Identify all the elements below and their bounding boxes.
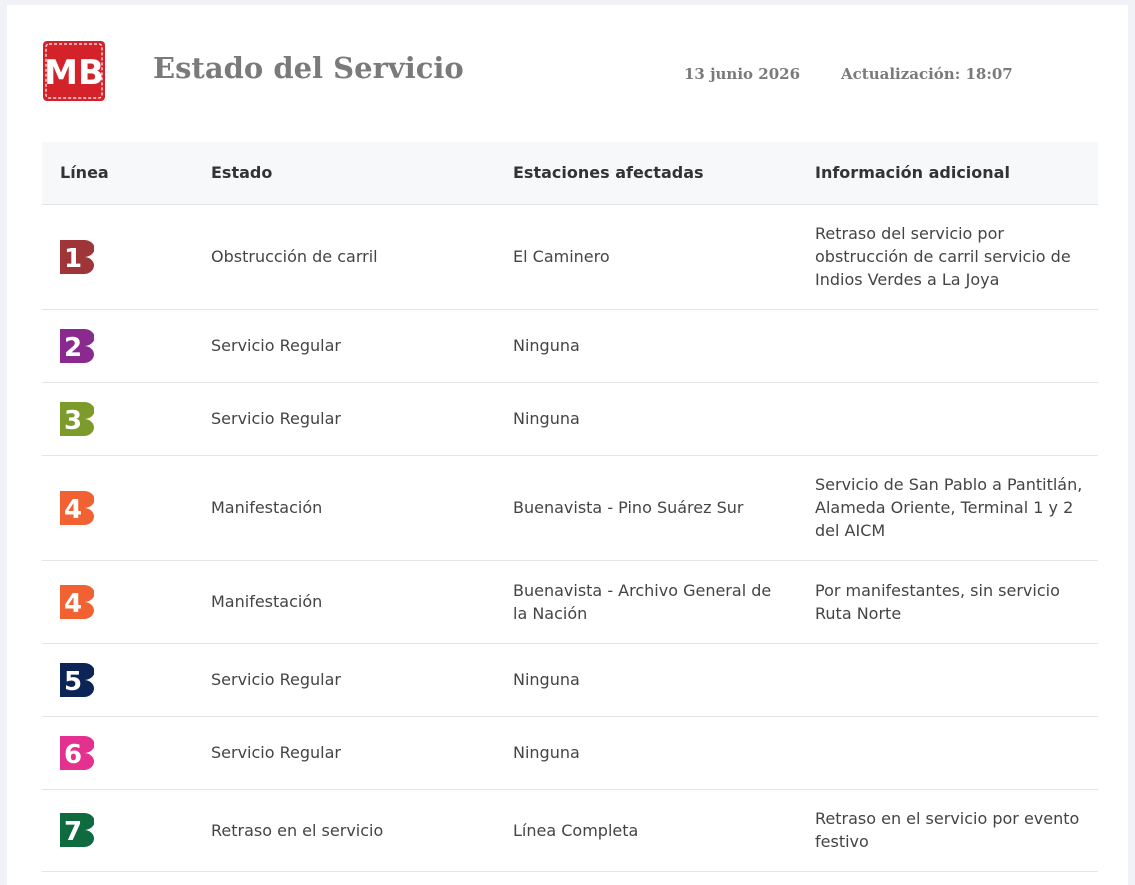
info-cell: Por manifestantes, sin servicio Ruta Nor… bbox=[797, 560, 1098, 644]
info-cell bbox=[797, 309, 1098, 383]
table-row: 3 Servicio Regular Ninguna bbox=[42, 382, 1098, 456]
line-number: 3 bbox=[64, 406, 82, 436]
line-badge-icon: 6 bbox=[60, 735, 94, 770]
page-header: MB Estado del Servicio 13 junio 2026 Act… bbox=[7, 5, 1128, 145]
line-cell: 1 bbox=[42, 204, 193, 310]
info-cell: Servicio de San Pablo a Pantitlán, Alame… bbox=[797, 455, 1098, 561]
info-cell bbox=[797, 382, 1098, 456]
line-number: 1 bbox=[64, 244, 82, 274]
line-badge-icon: 7 bbox=[60, 813, 94, 847]
line-cell: 5 bbox=[42, 643, 193, 717]
status-cell: Servicio Regular bbox=[193, 309, 495, 383]
table-row: 7 Retraso en el servicio Línea Completa Ret… bbox=[42, 789, 1098, 872]
column-header-stations: Estaciones afectadas bbox=[495, 142, 797, 205]
line-badge-icon: 5 bbox=[60, 662, 94, 697]
table-row: 4 Manifestación Buenavista - Archivo Gener… bbox=[42, 560, 1098, 644]
line-badge-icon: 2 bbox=[60, 328, 94, 363]
table-row: 2 Servicio Regular Ninguna bbox=[42, 309, 1098, 383]
status-cell: Manifestación bbox=[193, 560, 495, 644]
service-status-table: Línea Estado Estaciones afectadas Inform… bbox=[42, 142, 1098, 872]
line-badge-icon: 3 bbox=[60, 401, 94, 436]
page-title: Estado del Servicio bbox=[153, 51, 464, 85]
update-time: Actualización: 18:07 bbox=[841, 65, 1013, 83]
table-row: 6 Servicio Regular Ninguna bbox=[42, 716, 1098, 790]
info-cell bbox=[797, 716, 1098, 790]
line-badge-icon: 4 bbox=[60, 490, 94, 525]
column-header-line: Línea bbox=[42, 142, 193, 205]
table-row: 5 Servicio Regular Ninguna bbox=[42, 643, 1098, 717]
line-cell: 2 bbox=[42, 309, 193, 383]
line-cell: 4 bbox=[42, 560, 193, 644]
info-cell: Retraso del servicio por obstrucción de … bbox=[797, 204, 1098, 310]
line-cell: 4 bbox=[42, 455, 193, 561]
stations-cell: Buenavista - Archivo General de la Nació… bbox=[495, 560, 797, 644]
metrobus-logo: MB bbox=[43, 41, 105, 101]
line-number: 2 bbox=[64, 333, 82, 363]
line-number: 6 bbox=[64, 740, 82, 770]
info-cell: Retraso en el servicio por evento festiv… bbox=[797, 789, 1098, 872]
line-number: 4 bbox=[64, 589, 82, 619]
line-cell: 6 bbox=[42, 716, 193, 790]
line-badge-icon: 4 bbox=[60, 584, 94, 619]
line-number: 4 bbox=[64, 495, 82, 525]
status-cell: Servicio Regular bbox=[193, 716, 495, 790]
column-header-status: Estado bbox=[193, 142, 495, 205]
table-row: 1 Obstrucción de carril El Caminero Retraso… bbox=[42, 204, 1098, 310]
stations-cell: Ninguna bbox=[495, 382, 797, 456]
line-cell: 7 bbox=[42, 789, 193, 872]
info-cell bbox=[797, 643, 1098, 717]
stations-cell: El Caminero bbox=[495, 204, 797, 310]
stations-cell: Ninguna bbox=[495, 716, 797, 790]
status-cell: Manifestación bbox=[193, 455, 495, 561]
column-header-info: Información adicional bbox=[797, 142, 1098, 205]
line-cell: 3 bbox=[42, 382, 193, 456]
status-cell: Servicio Regular bbox=[193, 643, 495, 717]
stations-cell: Ninguna bbox=[495, 643, 797, 717]
stations-cell: Ninguna bbox=[495, 309, 797, 383]
status-date: 13 junio 2026 bbox=[684, 65, 801, 83]
service-status-card: MB Estado del Servicio 13 junio 2026 Act… bbox=[7, 5, 1128, 885]
status-cell: Retraso en el servicio bbox=[193, 789, 495, 872]
table-row: 4 Manifestación Buenavista - Pino Suárez S… bbox=[42, 455, 1098, 561]
line-number: 5 bbox=[64, 667, 82, 697]
status-cell: Obstrucción de carril bbox=[193, 204, 495, 310]
stations-cell: Línea Completa bbox=[495, 789, 797, 872]
logo-text: MB bbox=[44, 53, 104, 93]
line-number: 7 bbox=[64, 817, 82, 847]
status-cell: Servicio Regular bbox=[193, 382, 495, 456]
line-badge-icon: 1 bbox=[60, 239, 94, 274]
stations-cell: Buenavista - Pino Suárez Sur bbox=[495, 455, 797, 561]
table-header-row: Línea Estado Estaciones afectadas Inform… bbox=[42, 142, 1098, 205]
